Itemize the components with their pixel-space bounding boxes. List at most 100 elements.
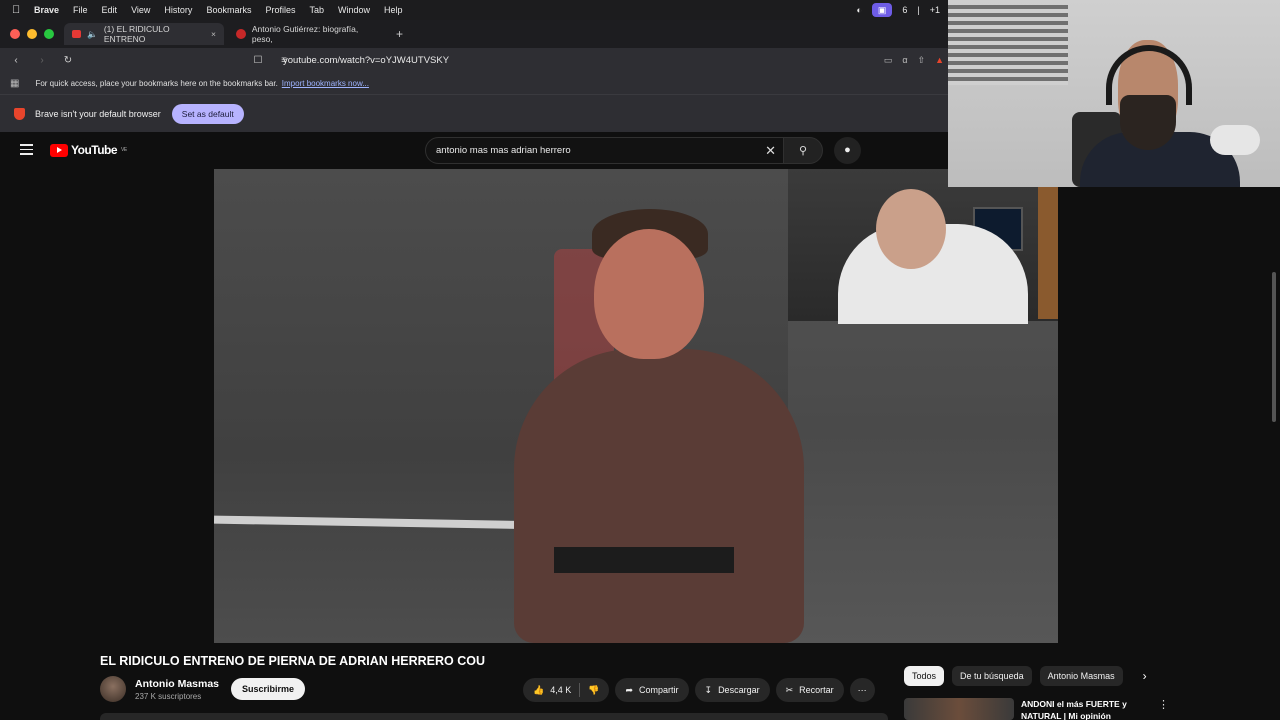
- search-button[interactable]: ⚲: [783, 137, 823, 164]
- menu-help[interactable]: Help: [384, 5, 403, 15]
- chevron-right-icon[interactable]: ›: [1143, 669, 1147, 683]
- menu-badge[interactable]: +1: [930, 5, 940, 15]
- more-actions-button[interactable]: ⋯: [849, 678, 875, 702]
- apps-grid-icon[interactable]: ▦: [10, 78, 19, 89]
- share-button[interactable]: ➦ Compartir: [615, 678, 689, 702]
- video-person-body: [514, 349, 804, 643]
- microphone-icon: [1210, 125, 1260, 155]
- url-field[interactable]: youtube.com/watch?v=oYJW4UTVSKY: [283, 55, 449, 66]
- menu-history[interactable]: History: [164, 5, 192, 15]
- back-icon[interactable]: ‹: [6, 55, 26, 66]
- tab-antonio[interactable]: Antonio Gutiérrez: biografía, peso,: [228, 23, 388, 45]
- youtube-logo[interactable]: YouTube VE: [50, 143, 127, 157]
- reload-icon[interactable]: ↻: [58, 55, 78, 66]
- brave-logo-icon: [14, 107, 25, 120]
- clear-search-icon[interactable]: ✕: [765, 138, 776, 163]
- chip-todos[interactable]: Todos: [904, 666, 945, 686]
- share-label: Compartir: [639, 685, 679, 695]
- bookmarks-hint: For quick access, place your bookmarks h…: [35, 78, 278, 88]
- menu-count: 6: [902, 5, 908, 15]
- download-button[interactable]: ↧ Descargar: [694, 678, 770, 702]
- thumbs-down-icon[interactable]: 👎: [588, 685, 599, 696]
- divider: |: [917, 5, 920, 15]
- tab-title: Antonio Gutiérrez: biografía, peso,: [251, 24, 359, 44]
- recommendation-item[interactable]: ANDONI el más FUERTE y NATURAL | Mi opin…: [904, 698, 1280, 720]
- menu-view[interactable]: View: [131, 5, 150, 15]
- scrollbar[interactable]: [1272, 272, 1276, 422]
- translate-icon[interactable]: α: [902, 55, 907, 66]
- video-player[interactable]: [214, 169, 1058, 643]
- status-icon[interactable]: ◐: [856, 5, 861, 15]
- default-browser-text: Brave isn't your default browser: [35, 108, 161, 119]
- description-box[interactable]: [100, 713, 888, 720]
- subscriber-count: 237 K suscriptores: [135, 691, 202, 701]
- minimize-window-button[interactable]: [27, 29, 37, 39]
- chip-channel[interactable]: Antonio Masmas: [1039, 666, 1123, 686]
- webcam-window-blinds: [948, 5, 1068, 85]
- voice-search-button[interactable]: ●: [834, 137, 861, 164]
- menu-bookmarks[interactable]: Bookmarks: [206, 5, 251, 15]
- subscribe-button[interactable]: Suscribirme: [231, 678, 306, 700]
- youtube-wordmark: YouTube: [71, 143, 118, 157]
- zoom-window-button[interactable]: [44, 29, 54, 39]
- speaker-icon[interactable]: 🔈: [87, 29, 98, 40]
- download-label: Descargar: [718, 685, 760, 695]
- menu-tab[interactable]: Tab: [309, 5, 324, 15]
- more-vert-icon[interactable]: ⋮: [1158, 698, 1169, 720]
- channel-info: Antonio Masmas 237 K suscriptores: [100, 676, 219, 702]
- menu-edit[interactable]: Edit: [102, 5, 118, 15]
- clip-button[interactable]: ✂ Recortar: [775, 678, 844, 702]
- tab-title: (1) EL RIDICULO ENTRENO: [103, 24, 170, 44]
- window-controls: [10, 29, 54, 39]
- download-icon: ↧: [704, 684, 713, 695]
- divider: [579, 683, 581, 697]
- screen-share-icon[interactable]: ▣: [871, 3, 893, 17]
- video-person-head: [594, 229, 704, 359]
- channel-avatar[interactable]: [100, 676, 126, 702]
- more-icon: ⋯: [857, 684, 867, 695]
- region-code: VE: [121, 147, 127, 153]
- tab-youtube[interactable]: 🔈 (1) EL RIDICULO ENTRENO ×: [64, 23, 224, 45]
- close-tab-icon[interactable]: ×: [211, 29, 216, 39]
- bookmark-icon[interactable]: ☐: [248, 55, 268, 66]
- address-bar: ‹ › ↻ ☐ ≡ youtube.com/watch?v=oYJW4UTVSK…: [0, 48, 948, 72]
- chip-from-search[interactable]: De tu búsqueda: [952, 666, 1032, 686]
- search-input[interactable]: antonio mas mas adrian herrero ✕: [425, 137, 785, 164]
- set-default-button[interactable]: Set as default: [171, 103, 244, 124]
- import-bookmarks-link[interactable]: Import bookmarks now...: [282, 79, 369, 88]
- clip-label: Recortar: [799, 685, 834, 695]
- microphone-icon: ●: [844, 144, 851, 156]
- overlay-person-face: [876, 189, 946, 269]
- tab-bar: 🔈 (1) EL RIDICULO ENTRENO × Antonio Guti…: [0, 20, 948, 48]
- share-icon[interactable]: ⇧: [918, 55, 926, 66]
- menu-profiles[interactable]: Profiles: [265, 5, 295, 15]
- apple-icon[interactable]: : [12, 4, 24, 16]
- menu-icon[interactable]: [20, 144, 33, 158]
- overlay-shelf: [1038, 179, 1058, 319]
- recommendation-title[interactable]: ANDONI el más FUERTE y NATURAL | Mi opin…: [1021, 698, 1136, 720]
- search-query: antonio mas mas adrian herrero: [436, 145, 571, 156]
- close-window-button[interactable]: [10, 29, 20, 39]
- youtube-favicon-icon: [72, 30, 82, 38]
- bookmarks-bar: ▦ For quick access, place your bookmarks…: [0, 72, 948, 94]
- default-browser-bar: Brave isn't your default browser Set as …: [0, 94, 948, 132]
- video-person-belt: [554, 547, 734, 573]
- headphones-icon: [1106, 45, 1192, 105]
- recommendation-thumbnail[interactable]: [904, 698, 1014, 720]
- thumbs-up-icon[interactable]: 👍: [533, 685, 544, 696]
- like-dislike-button[interactable]: 👍 4,4 K 👎: [523, 678, 610, 702]
- channel-name[interactable]: Antonio Masmas: [135, 678, 219, 690]
- menu-file[interactable]: File: [73, 5, 88, 15]
- cast-icon[interactable]: ▭: [884, 55, 893, 66]
- menu-app-name[interactable]: Brave: [34, 5, 59, 15]
- webcam-overlay: [948, 0, 1280, 187]
- reaction-overlay: [788, 169, 1058, 324]
- youtube-page: YouTube VE antonio mas mas adrian herrer…: [0, 132, 1280, 720]
- brave-shield-icon[interactable]: ▲: [935, 55, 944, 66]
- forward-icon[interactable]: ›: [32, 55, 52, 66]
- youtube-play-icon: [50, 143, 68, 157]
- menu-window[interactable]: Window: [338, 5, 370, 15]
- like-count: 4,4 K: [550, 685, 572, 695]
- scissors-icon: ✂: [785, 684, 794, 695]
- new-tab-icon[interactable]: +: [396, 27, 403, 41]
